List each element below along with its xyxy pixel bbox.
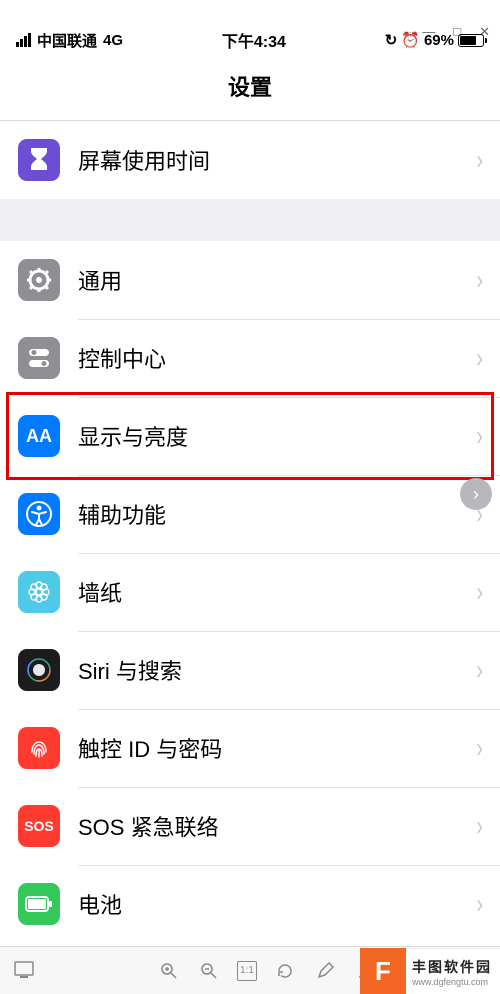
scroll-indicator[interactable]: › bbox=[460, 478, 492, 510]
network-label: 4G bbox=[103, 32, 123, 49]
row-label: 触控 ID 与密码 bbox=[78, 732, 475, 764]
row-label: 显示与亮度 bbox=[78, 420, 475, 452]
row-touch-id[interactable]: 触控 ID 与密码 › bbox=[0, 709, 500, 787]
settings-list[interactable]: 屏幕使用时间 › 通用 › 控制中心 › AA 显示与亮度 › bbox=[0, 121, 500, 949]
row-wallpaper[interactable]: 墙纸 › bbox=[0, 553, 500, 631]
chevron-right-icon: › bbox=[473, 484, 479, 505]
chevron-right-icon: › bbox=[476, 810, 483, 842]
watermark-badge: F bbox=[360, 948, 406, 994]
minimize-button[interactable]: — bbox=[422, 24, 435, 40]
chevron-right-icon: › bbox=[476, 654, 483, 686]
row-label: 通用 bbox=[78, 264, 475, 296]
siri-icon bbox=[18, 649, 60, 691]
fingerprint-icon bbox=[18, 727, 60, 769]
battery-icon bbox=[458, 34, 484, 47]
page-title: 设置 bbox=[0, 56, 500, 121]
chevron-right-icon: › bbox=[476, 576, 483, 608]
gear-icon bbox=[18, 259, 60, 301]
sync-icon: ↻ bbox=[385, 31, 398, 49]
alarm-icon: ⏰ bbox=[401, 31, 420, 49]
row-label: Siri 与搜索 bbox=[78, 654, 475, 686]
chevron-right-icon: › bbox=[476, 420, 483, 452]
row-label: 墙纸 bbox=[78, 576, 475, 608]
sos-icon: SOS bbox=[18, 805, 60, 847]
row-general[interactable]: 通用 › bbox=[0, 241, 500, 319]
row-battery[interactable]: 电池 › bbox=[0, 865, 500, 943]
row-sos[interactable]: SOS SOS 紧急联络 › bbox=[0, 787, 500, 865]
rotate-icon[interactable] bbox=[273, 959, 297, 983]
watermark: F 丰图软件园 www.dgfengtu.com bbox=[360, 948, 500, 994]
edit-icon[interactable] bbox=[313, 959, 337, 983]
chevron-right-icon: › bbox=[476, 888, 483, 920]
status-left: 中国联通 4G bbox=[16, 30, 123, 51]
row-siri[interactable]: Siri 与搜索 › bbox=[0, 631, 500, 709]
row-accessibility[interactable]: 辅助功能 › bbox=[0, 475, 500, 553]
flower-icon bbox=[18, 571, 60, 613]
chevron-right-icon: › bbox=[476, 732, 483, 764]
watermark-url: www.dgfengtu.com bbox=[412, 977, 492, 987]
row-label: 屏幕使用时间 bbox=[78, 144, 475, 176]
row-label: 辅助功能 bbox=[78, 498, 475, 530]
hourglass-icon bbox=[18, 139, 60, 181]
row-control-center[interactable]: 控制中心 › bbox=[0, 319, 500, 397]
carrier-label: 中国联通 bbox=[37, 30, 97, 51]
clock-label: 下午4:34 bbox=[222, 28, 286, 52]
row-label: 控制中心 bbox=[78, 342, 475, 374]
zoom-out-icon[interactable] bbox=[197, 959, 221, 983]
signal-icon bbox=[16, 33, 31, 47]
zoom-in-icon[interactable] bbox=[157, 959, 181, 983]
row-screen-time[interactable]: 屏幕使用时间 › bbox=[0, 121, 500, 199]
chevron-right-icon: › bbox=[476, 342, 483, 374]
row-label: SOS 紧急联络 bbox=[78, 810, 475, 842]
chevron-right-icon: › bbox=[476, 264, 483, 296]
text-size-icon: AA bbox=[18, 415, 60, 457]
toggles-icon bbox=[18, 337, 60, 379]
zoom-fit-button[interactable]: 1:1 bbox=[237, 961, 257, 981]
row-label: 电池 bbox=[78, 888, 475, 920]
chevron-right-icon: › bbox=[476, 144, 483, 176]
battery-icon bbox=[18, 883, 60, 925]
accessibility-icon bbox=[18, 493, 60, 535]
row-display-brightness[interactable]: AA 显示与亮度 › bbox=[0, 397, 500, 475]
device-view-icon[interactable] bbox=[12, 958, 36, 982]
